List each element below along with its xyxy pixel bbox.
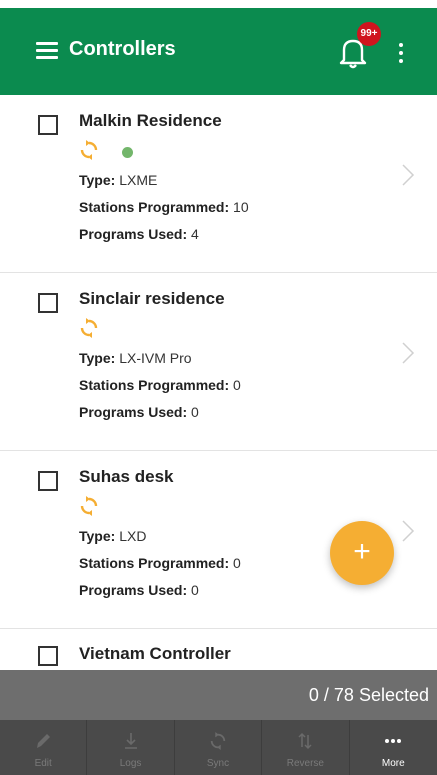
programs-value: 0	[191, 582, 199, 598]
reverse-icon	[298, 732, 312, 750]
controller-card[interactable]: Sinclair residence Type: LX-IVM Pro Stat…	[0, 273, 437, 451]
stations-value: 0	[233, 555, 241, 571]
controller-name: Malkin Residence	[79, 111, 222, 130]
reverse-label: Reverse	[286, 758, 324, 769]
stations-row: Stations Programmed: 0	[79, 377, 241, 393]
add-controller-button[interactable]: +	[330, 521, 394, 585]
controller-card[interactable]: Malkin Residence Type: LXME Stations Pro…	[0, 95, 437, 273]
stations-value: 0	[233, 377, 241, 393]
menu-icon[interactable]	[36, 42, 58, 60]
chevron-right-icon[interactable]	[401, 341, 415, 365]
more-button[interactable]: More	[350, 720, 437, 775]
sync-label: Sync	[206, 758, 230, 769]
type-value: LXME	[119, 172, 158, 188]
stations-row: Stations Programmed: 0	[79, 555, 241, 571]
type-row: Type: LXD	[79, 528, 147, 544]
reverse-button[interactable]: Reverse	[262, 720, 350, 775]
edit-button[interactable]: Edit	[0, 720, 88, 775]
controller-name: Vietnam Controller	[79, 644, 231, 663]
download-icon	[124, 733, 137, 749]
select-checkbox[interactable]	[38, 646, 58, 666]
pencil-icon	[37, 734, 51, 748]
selection-count: 0 / 78 Selected	[308, 685, 429, 705]
logs-label: Logs	[119, 758, 142, 769]
chevron-right-icon[interactable]	[401, 519, 415, 543]
sync-status-icon	[80, 496, 98, 516]
bottom-toolbar: Edit Logs Sync Reverse More	[0, 720, 437, 775]
programs-row: Programs Used: 4	[79, 226, 199, 242]
type-value: LX-IVM Pro	[119, 350, 192, 366]
sync-status-icon	[80, 318, 98, 338]
status-strip	[0, 0, 437, 8]
online-status-dot	[122, 147, 133, 158]
select-checkbox[interactable]	[38, 115, 58, 135]
more-icon	[385, 739, 402, 743]
programs-value: 4	[191, 226, 199, 242]
controller-card[interactable]: Vietnam Controller	[0, 630, 437, 670]
more-label: More	[381, 758, 405, 769]
stations-value: 10	[233, 199, 249, 215]
type-value: LXD	[119, 528, 147, 544]
type-row: Type: LX-IVM Pro	[79, 350, 192, 366]
chevron-right-icon[interactable]	[401, 163, 415, 187]
selection-bar: 0 / 78 Selected	[0, 670, 437, 720]
programs-row: Programs Used: 0	[79, 582, 199, 598]
stations-row: Stations Programmed: 10	[79, 199, 249, 215]
sync-icon	[210, 732, 226, 750]
controller-name: Sinclair residence	[79, 289, 225, 308]
app-bar: Controllers 99+	[0, 8, 437, 95]
programs-value: 0	[191, 404, 199, 420]
page-title: Controllers	[69, 38, 176, 60]
logs-button[interactable]: Logs	[87, 720, 175, 775]
controller-name: Suhas desk	[79, 467, 174, 486]
select-checkbox[interactable]	[38, 293, 58, 313]
type-row: Type: LXME	[79, 172, 158, 188]
notification-badge: 99+	[357, 22, 381, 46]
select-checkbox[interactable]	[38, 471, 58, 491]
sync-status-icon	[80, 140, 98, 160]
programs-row: Programs Used: 0	[79, 404, 199, 420]
edit-label: Edit	[34, 758, 52, 769]
sync-button[interactable]: Sync	[175, 720, 263, 775]
overflow-menu-icon[interactable]	[396, 43, 406, 65]
